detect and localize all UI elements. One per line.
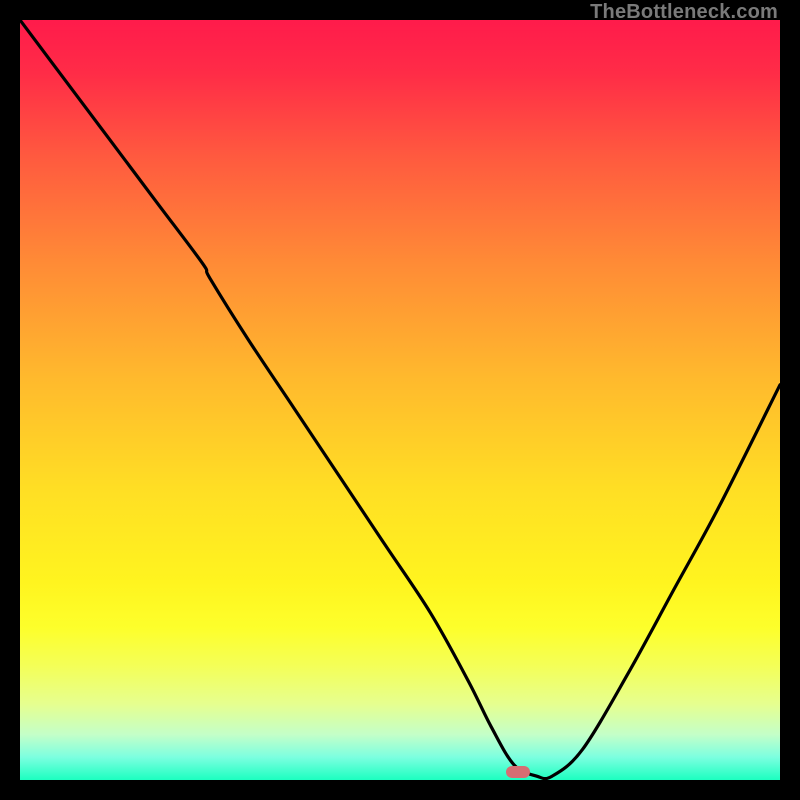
chart-frame: TheBottleneck.com: [0, 0, 800, 800]
plot-area: [20, 20, 780, 780]
gradient-background: [20, 20, 780, 780]
optimal-marker: [506, 766, 530, 778]
